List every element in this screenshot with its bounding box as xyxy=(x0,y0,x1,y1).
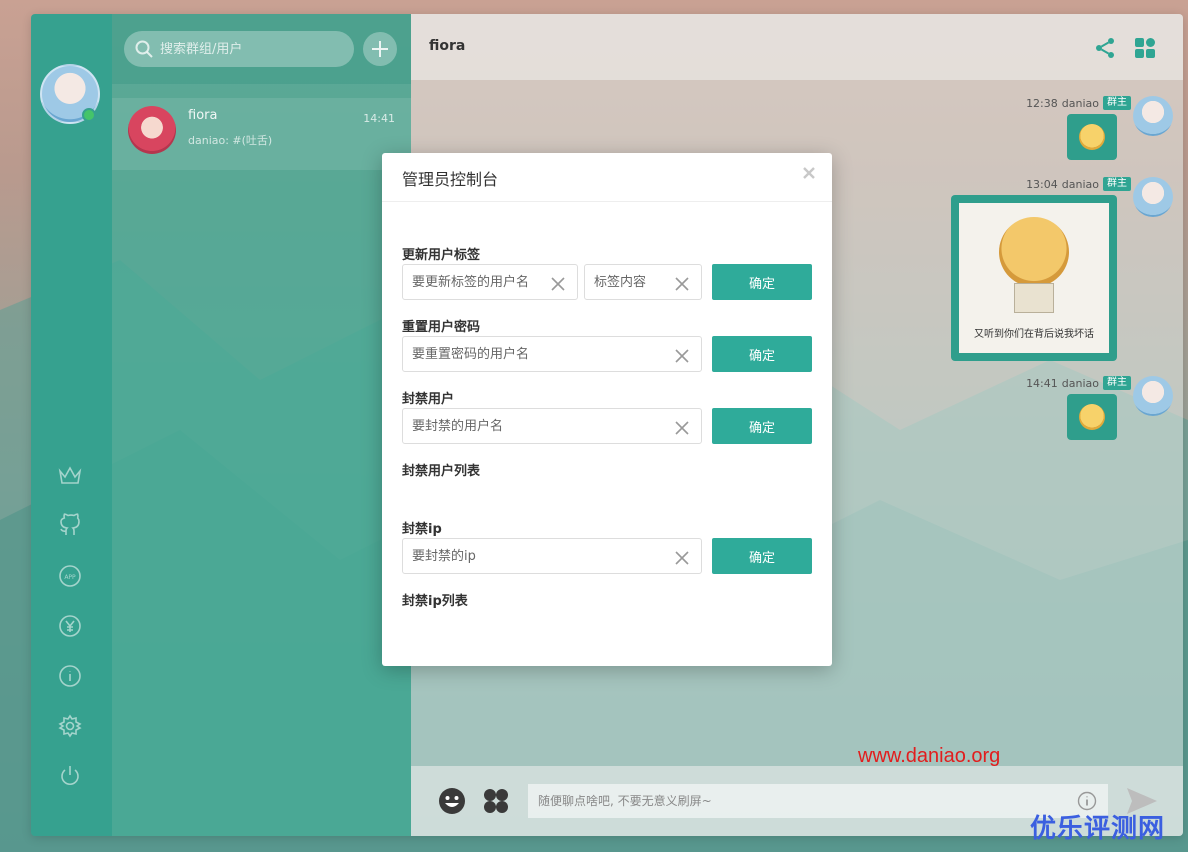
info-icon[interactable] xyxy=(55,661,85,691)
plus-icon xyxy=(372,41,388,57)
ban-user-input[interactable] xyxy=(403,409,701,443)
ban-ip-label: 封禁ip xyxy=(402,522,442,537)
close-icon[interactable] xyxy=(802,165,816,179)
sticker-body xyxy=(1014,282,1054,313)
message-meta: 12:38 daniao 群主 xyxy=(1026,96,1131,110)
feature-menu-icon[interactable] xyxy=(481,786,511,816)
online-status-dot xyxy=(82,108,96,122)
site-watermark: www.daniao.org xyxy=(858,745,1001,767)
message-time: 12:38 xyxy=(1026,96,1058,110)
dialog-title: 管理员控制台 xyxy=(402,170,499,189)
message-time: 14:41 xyxy=(1026,376,1058,390)
ban-user-confirm-button[interactable]: 确定 xyxy=(712,408,812,444)
sticker-face xyxy=(999,216,1069,287)
contact-avatar xyxy=(128,106,176,154)
update-tag-label: 更新用户标签 xyxy=(402,248,481,263)
dialog-header: 管理员控制台 xyxy=(382,153,832,202)
message-avatar[interactable] xyxy=(1133,376,1173,416)
search-input[interactable] xyxy=(160,41,340,57)
app-icon[interactable]: APP xyxy=(55,561,85,591)
update-tag-confirm-button[interactable]: 确定 xyxy=(712,264,812,300)
contact-last-message: daniao: #(吐舌) xyxy=(188,134,273,147)
add-group-button[interactable] xyxy=(363,32,397,66)
message-bubble xyxy=(1067,394,1117,440)
chat-header: fiora xyxy=(411,14,1183,80)
reset-password-field[interactable] xyxy=(402,336,702,372)
update-tag-username-field[interactable] xyxy=(402,264,578,300)
clear-icon[interactable] xyxy=(675,276,689,291)
ban-user-field[interactable] xyxy=(402,408,702,444)
brand-watermark: 优乐评测网 xyxy=(1030,814,1166,844)
ban-ip-confirm-button[interactable]: 确定 xyxy=(712,538,812,574)
power-icon[interactable] xyxy=(55,761,85,791)
message-bubble xyxy=(1067,114,1117,160)
message-time: 13:04 xyxy=(1026,177,1058,191)
sticker-image[interactable]: 又听到你们在背后说我坏话 xyxy=(959,203,1109,353)
update-tag-content-field[interactable] xyxy=(584,264,702,300)
owner-badge: 群主 xyxy=(1103,96,1131,110)
contacts-panel: fiora 14:41 daniao: #(吐舌) xyxy=(112,14,411,836)
clear-icon[interactable] xyxy=(675,348,689,363)
banned-ip-list-label: 封禁ip列表 xyxy=(402,594,468,609)
message-input[interactable] xyxy=(528,784,1108,818)
message-avatar[interactable] xyxy=(1133,96,1173,136)
admin-console-dialog: 管理员控制台 更新用户标签 确定 重置用户密码 确定 封禁用户 确定 封禁用户列… xyxy=(382,153,832,666)
message-bubble: 又听到你们在背后说我坏话 xyxy=(951,195,1117,361)
message-user: daniao xyxy=(1061,96,1099,110)
reset-password-confirm-button[interactable]: 确定 xyxy=(712,336,812,372)
emoji-icon xyxy=(1079,404,1105,430)
group-info-icon[interactable] xyxy=(1133,36,1157,60)
owner-badge: 群主 xyxy=(1103,376,1131,390)
crown-icon[interactable] xyxy=(55,461,85,491)
ban-ip-input[interactable] xyxy=(403,539,701,573)
ban-ip-field[interactable] xyxy=(402,538,702,574)
sidebar-nav: APP xyxy=(31,14,112,836)
owner-badge: 群主 xyxy=(1103,177,1131,191)
github-icon[interactable] xyxy=(55,511,85,541)
clear-icon[interactable] xyxy=(675,420,689,435)
emoji-picker-icon[interactable] xyxy=(437,786,467,816)
chat-title: fiora xyxy=(429,38,466,54)
search-box[interactable] xyxy=(124,31,354,67)
reset-password-input[interactable] xyxy=(403,337,701,371)
message-avatar[interactable] xyxy=(1133,177,1173,217)
search-icon xyxy=(135,40,153,58)
clear-icon[interactable] xyxy=(675,550,689,565)
contact-item[interactable]: fiora 14:41 daniao: #(吐舌) xyxy=(112,98,411,170)
clear-icon[interactable] xyxy=(551,276,565,291)
message-user: daniao xyxy=(1061,376,1099,390)
ban-user-label: 封禁用户 xyxy=(402,392,455,407)
contact-name: fiora xyxy=(188,108,218,123)
message-meta: 13:04 daniao 群主 xyxy=(1026,177,1131,191)
yen-icon[interactable] xyxy=(55,611,85,641)
reset-password-label: 重置用户密码 xyxy=(402,320,481,335)
share-icon[interactable] xyxy=(1093,36,1117,60)
message-meta: 14:41 daniao 群主 xyxy=(1026,376,1131,390)
banned-users-list-label: 封禁用户列表 xyxy=(402,464,481,479)
sticker-text: 又听到你们在背后说我坏话 xyxy=(974,328,1094,340)
contact-time: 14:41 xyxy=(363,112,395,125)
message-user: daniao xyxy=(1061,177,1099,191)
svg-text:APP: APP xyxy=(64,574,76,581)
contacts-top-bar xyxy=(112,14,411,84)
emoji-icon xyxy=(1079,124,1105,150)
gear-icon[interactable] xyxy=(55,711,85,741)
